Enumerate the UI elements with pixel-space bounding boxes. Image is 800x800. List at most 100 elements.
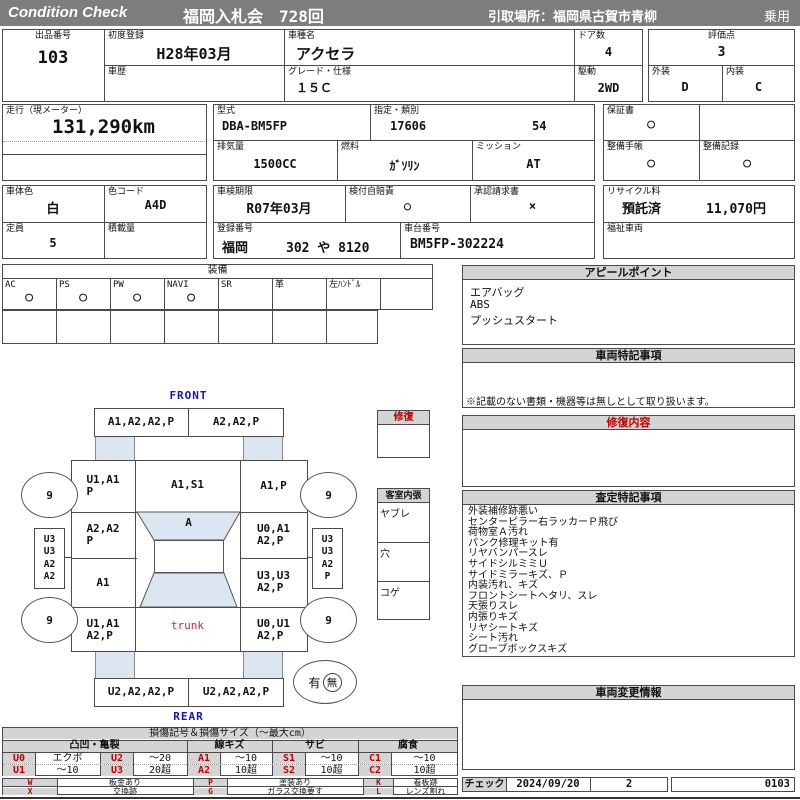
- legend-mark-code: P: [194, 779, 227, 786]
- top-bar: Condition Check 福岡入札会 728回 引取場所：福岡県古賀市青柳…: [0, 0, 800, 26]
- divider: [380, 278, 381, 310]
- vehicle-notes-disclaimer: ※記載のない書類・機器等は無しとして取り扱います。: [466, 393, 715, 408]
- legend-value: ～10: [305, 753, 358, 764]
- legend-group-corrosion: 腐食: [358, 740, 458, 752]
- doors-label: ドア数: [578, 31, 605, 41]
- interior-grade-label: 内装: [726, 67, 744, 77]
- rear-bumper-right-codes: U2,A2,A2,P: [188, 678, 284, 706]
- equipment-label-pw: PW: [113, 280, 124, 290]
- body-color-label: 車体色: [6, 187, 33, 197]
- legend-code: U2: [101, 753, 133, 764]
- divider: [370, 104, 371, 140]
- divider: [3, 141, 205, 142]
- left-sill-codes: U3 U3 A2 A2: [44, 534, 55, 584]
- legend-mark-value: 板金あり: [57, 779, 193, 786]
- hood-cell: A1,S1: [135, 460, 240, 510]
- appeal-line-3: プッシュスタート: [470, 312, 558, 328]
- first-registration-label: 初度登録: [108, 31, 144, 41]
- model-name: アクセラ: [296, 43, 355, 64]
- exterior-grade-label: 外装: [652, 67, 670, 77]
- color-code-label: 色コード: [108, 187, 144, 197]
- chassis-number-label: 車台番号: [404, 224, 440, 234]
- insurance-label: 検付自賠責: [349, 187, 394, 197]
- divider: [326, 278, 327, 344]
- score: 3: [648, 45, 795, 60]
- assessment-header: 査定特記事項: [462, 490, 795, 505]
- drive: 2WD: [574, 81, 643, 95]
- lot-number-label: 出品番号: [2, 31, 104, 41]
- legend-code: U0: [3, 753, 35, 764]
- left-fender-cell: U1,A1 P: [71, 462, 135, 510]
- presence-oval: 有 無: [293, 660, 357, 704]
- equipment-mark-pw: ○: [110, 290, 164, 305]
- legend-code: A1: [188, 753, 220, 764]
- displacement: 1500CC: [213, 157, 337, 171]
- windshield-code: A: [137, 516, 240, 529]
- model-code: DBA-BM5FP: [222, 119, 287, 133]
- class-sub-number: 54: [532, 119, 546, 133]
- left-quarter-cell: U1,A1 A2,P: [71, 607, 135, 652]
- check-code: 0103: [671, 777, 790, 792]
- front-bumper-right-codes: A2,A2,P: [188, 408, 284, 436]
- tire-rear-right: 9: [300, 597, 357, 643]
- cabin-item-burn: コゲ: [380, 584, 400, 599]
- body-color: 白: [2, 198, 104, 217]
- left-quarter-codes: U1,A1 A2,P: [86, 618, 119, 642]
- displacement-label: 排気量: [217, 142, 244, 152]
- cabin-item-hole: 穴: [380, 545, 390, 560]
- equipment-label-sr: SR: [221, 280, 232, 290]
- assessment-line: サイドシルミミＵ: [468, 560, 618, 571]
- legend-mark-value: レンズ割れ: [393, 788, 458, 795]
- transmission-label: ミッション: [476, 142, 521, 152]
- legend-code: S1: [273, 753, 305, 764]
- rear-right-connector: [243, 652, 283, 678]
- divider: [213, 222, 595, 223]
- hood-codes: A1,S1: [171, 479, 204, 491]
- legend-mark-code: L: [364, 788, 393, 795]
- condition-check-logo: Condition Check: [8, 4, 127, 21]
- equipment-label-ps: PS: [59, 280, 70, 290]
- right-front-door-cell: U0,A1 A2,P: [240, 512, 307, 558]
- legend-value: 10超: [391, 765, 458, 776]
- vehicle-notes-header: 車両特記事項: [462, 348, 795, 363]
- assessment-line: 外装補修跡悪い: [468, 507, 618, 518]
- recycle-fee-label: リサイクル料: [607, 187, 661, 197]
- legend-value: ～20: [133, 753, 187, 764]
- left-sill-box: U3 U3 A2 A2: [34, 528, 65, 589]
- fuel-label: 燃料: [341, 142, 359, 152]
- divider: [213, 140, 595, 141]
- auction-title: 福岡入札会 728回: [183, 3, 324, 27]
- repair-content-header: 修復内容: [462, 415, 795, 430]
- legend-mark-value: 交換跡: [57, 788, 193, 795]
- mileage: 131,290km: [2, 116, 205, 138]
- legend-mark-value: 看板跡: [393, 779, 458, 786]
- rear-label: REAR: [132, 710, 245, 723]
- left-rear-door-codes: A1: [96, 577, 109, 589]
- right-sill-box: U3 U3 A2 P: [312, 528, 343, 589]
- front-left-connector: [95, 437, 135, 460]
- legend-code: U1: [3, 765, 35, 776]
- legend-code: U3: [101, 765, 133, 776]
- warranty-mark: ○: [603, 117, 699, 132]
- legend-value: ～10: [35, 765, 100, 776]
- insurance-mark: ○: [345, 199, 470, 213]
- approval-request-label: 承認請求書: [474, 187, 519, 197]
- legend-group-scratch: 線キズ: [187, 740, 272, 752]
- model-name-label: 車種名: [288, 31, 315, 41]
- legend-value: エクボ: [35, 753, 100, 764]
- presence-no-circled: 無: [323, 673, 342, 692]
- left-rear-door-cell: A1: [71, 558, 135, 607]
- service-book-label: 整備手帳: [607, 142, 643, 152]
- approval-request-mark: ×: [470, 199, 595, 213]
- presence-yes: 有: [308, 674, 320, 691]
- capacity-label: 定員: [6, 224, 24, 234]
- chassis-number: BM5FP-302224: [410, 237, 504, 252]
- equipment-table-row2: [2, 310, 378, 344]
- assessment-line: 内張りキズ: [468, 613, 618, 624]
- mileage-label: 走行（現メーター）: [6, 106, 87, 116]
- color-code: A4D: [104, 198, 207, 212]
- repair-mini-header: 修復: [377, 410, 430, 425]
- equipment-mark-ps: ○: [56, 290, 110, 305]
- appeal-line-2: ABS: [470, 298, 490, 311]
- legend-value: ～10: [391, 753, 458, 764]
